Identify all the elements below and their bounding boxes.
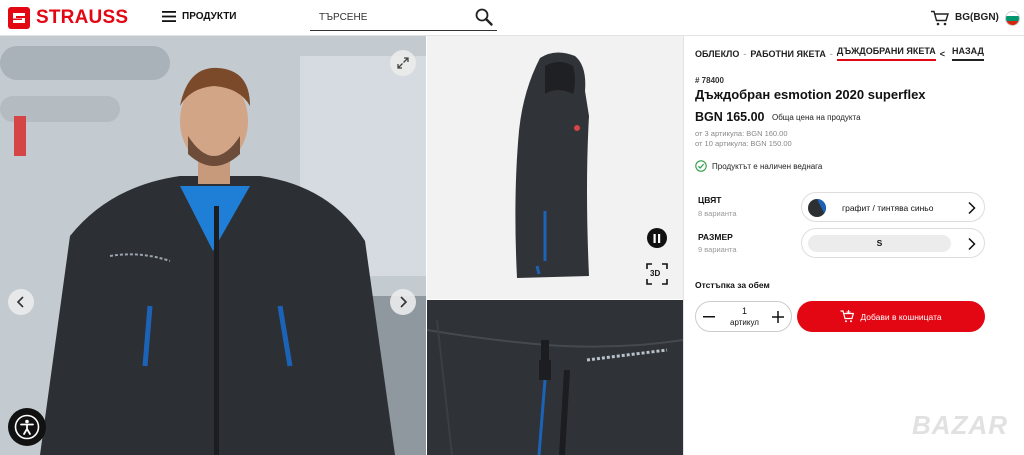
back-arrow[interactable]: < — [940, 49, 945, 59]
size-variant-count: 9 варианта — [698, 245, 737, 254]
accessibility-button[interactable] — [8, 408, 46, 446]
breadcrumb-separator: - — [829, 48, 833, 59]
brand-name: STRAUSS — [36, 7, 129, 28]
volume-discount-link[interactable]: Отстъпка за обем — [695, 280, 770, 290]
chevron-right-icon — [968, 237, 976, 251]
search-input[interactable] — [310, 5, 470, 29]
size-selector[interactable]: S — [801, 228, 985, 258]
product-main-image[interactable] — [0, 36, 426, 455]
menu-icon — [162, 11, 176, 22]
breadcrumb: ОБЛЕКЛО - РАБОТНИ ЯКЕТА - ДЪЖДОБРАНИ ЯКЕ… — [695, 46, 984, 61]
pause-icon — [653, 233, 661, 243]
next-image-button[interactable] — [390, 289, 416, 315]
bulgaria-flag-icon[interactable] — [1005, 11, 1020, 26]
color-selector[interactable]: графит / тинтява синьо — [801, 192, 985, 222]
back-link[interactable]: НАЗАД — [952, 46, 984, 61]
3d-label: 3D — [650, 269, 661, 278]
watermark: BAZAR — [912, 410, 1008, 440]
strauss-logo-icon — [8, 7, 30, 29]
breadcrumb-rain-jackets[interactable]: ДЪЖДОБРАНИ ЯКЕТА — [836, 46, 936, 61]
increase-quantity-button[interactable] — [765, 302, 791, 331]
size-label: РАЗМЕР — [698, 232, 733, 242]
chevron-right-icon — [400, 296, 408, 308]
chevron-left-icon — [16, 296, 24, 308]
product-title: Дъждобран esmotion 2020 superflex — [695, 87, 926, 102]
tier-price: от 3 артикула: BGN 160.00 — [695, 129, 788, 138]
expand-icon — [397, 57, 409, 69]
3d-view-button[interactable]: 3D — [646, 263, 668, 285]
color-label: ЦВЯТ — [698, 195, 722, 205]
search-icon[interactable] — [474, 7, 494, 27]
plus-icon — [772, 310, 784, 323]
add-to-cart-button[interactable]: Добави в кошницата — [797, 301, 985, 332]
fullscreen-button[interactable] — [390, 50, 416, 76]
selected-color: графит / тинтява синьо — [842, 203, 934, 213]
color-variant-count: 8 варианта — [698, 209, 737, 218]
product-sku: # 78400 — [695, 76, 724, 85]
stock-status: Продуктът е наличен веднага — [695, 160, 822, 172]
chevron-right-icon — [968, 201, 976, 215]
minus-icon — [703, 315, 715, 317]
product-panel: ОБЛЕКЛО - РАБОТНИ ЯКЕТА - ДЪЖДОБРАНИ ЯКЕ… — [683, 36, 1024, 455]
products-menu-button[interactable]: ПРОДУКТИ — [162, 11, 237, 22]
language-selector[interactable]: BG(BGN) — [955, 12, 999, 23]
quantity-stepper: 1 артикул — [695, 301, 792, 332]
add-to-cart-label: Добави в кошницата — [860, 311, 942, 322]
pause-rotation-button[interactable] — [647, 228, 667, 248]
check-circle-icon — [695, 160, 707, 172]
model-photo — [0, 36, 426, 455]
stock-status-text: Продуктът е наличен веднага — [712, 161, 823, 171]
selected-size: S — [808, 235, 951, 252]
breadcrumb-work-jackets[interactable]: РАБОТНИ ЯКЕТА — [750, 49, 826, 59]
breadcrumb-separator: - — [743, 48, 747, 59]
products-menu-label: ПРОДУКТИ — [182, 11, 237, 22]
product-detail-image[interactable] — [427, 300, 683, 455]
site-header: STRAUSS ПРОДУКТИ BG(BGN) — [0, 0, 1024, 36]
search-bar — [310, 5, 497, 31]
cart-icon[interactable] — [930, 10, 949, 26]
product-price: BGN 165.00 — [695, 110, 765, 124]
previous-image-button[interactable] — [8, 289, 34, 315]
brand-logo[interactable]: STRAUSS — [8, 7, 128, 29]
quantity-unit: артикул — [730, 318, 759, 327]
product-side-image[interactable] — [427, 36, 683, 299]
price-note: Обща цена на продукта — [772, 113, 861, 122]
accessibility-icon — [14, 414, 40, 440]
tier-price: от 10 артикула: BGN 150.00 — [695, 139, 792, 148]
color-swatch — [808, 199, 826, 217]
breadcrumb-clothing[interactable]: ОБЛЕКЛО — [695, 49, 739, 59]
jacket-detail-closeup — [427, 300, 683, 455]
quantity-value[interactable]: 1 — [722, 306, 767, 316]
cart-add-icon — [840, 310, 855, 323]
jacket-side-view — [515, 52, 589, 278]
decrease-quantity-button[interactable] — [696, 302, 722, 331]
